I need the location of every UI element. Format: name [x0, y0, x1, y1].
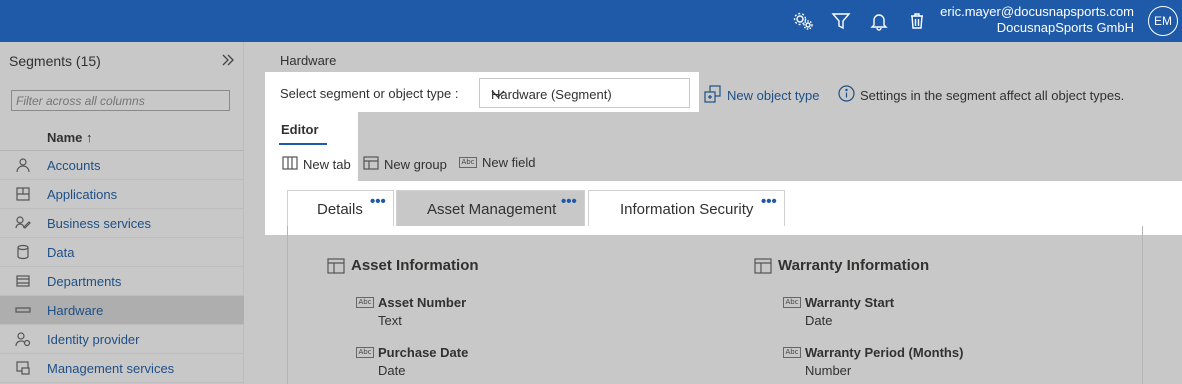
group-icon [327, 257, 345, 275]
tab-more-icon[interactable]: ••• [370, 193, 386, 210]
departments-icon [15, 273, 31, 289]
new-group-icon [363, 155, 379, 174]
field-name: Asset Number [378, 295, 467, 310]
sidebar-title: Segments (15) [9, 53, 101, 69]
name-column-header[interactable]: Name ↑ [0, 124, 244, 151]
tab-information-security[interactable]: Information Security ••• [588, 190, 785, 226]
segment-dropdown[interactable]: Hardware (Segment) [479, 78, 690, 108]
top-bar: eric.mayer@docusnapsports.com DocusnapSp… [0, 0, 1182, 42]
select-segment-label: Select segment or object type : [280, 86, 459, 101]
group-title: Warranty Information [778, 257, 930, 274]
company-name: DocusnapSports GmbH [996, 20, 1134, 35]
group-title: Asset Information [351, 257, 479, 274]
name-column-label: Name ↑ [47, 130, 93, 145]
group-warranty-information[interactable]: Warranty Information [754, 257, 1054, 277]
text-field-icon: Abc [356, 347, 374, 358]
sidebar-item-hardware[interactable]: Hardware [0, 296, 244, 325]
management-services-icon [15, 360, 31, 376]
tab-more-icon[interactable]: ••• [561, 193, 577, 210]
new-tab-icon [282, 155, 298, 174]
user-info[interactable]: eric.mayer@docusnapsports.com DocusnapSp… [940, 4, 1134, 36]
identity-provider-icon [15, 331, 31, 347]
new-field-label: New field [482, 155, 536, 170]
tab-editor[interactable]: Editor [279, 122, 327, 145]
field-warranty-period[interactable]: Abc Warranty Period (Months) Number [783, 345, 1033, 381]
sidebar-item-label: Data [47, 245, 75, 260]
field-name: Warranty Period (Months) [805, 345, 964, 360]
applications-icon [15, 186, 31, 202]
business-services-icon [15, 215, 31, 231]
sidebar-item-label: Hardware [47, 303, 104, 318]
sidebar-item-accounts[interactable]: Accounts [0, 151, 244, 180]
sidebar-item-label: Business services [47, 216, 152, 231]
sidebar-item-business-services[interactable]: Business services [0, 209, 244, 238]
sidebar-item-applications[interactable]: Applications [0, 180, 244, 209]
new-group-button[interactable]: New group [363, 155, 447, 174]
tab-details[interactable]: Details ••• [287, 190, 394, 226]
filter-icon[interactable] [829, 9, 853, 33]
tab-label: Asset Management [427, 201, 557, 218]
sidebar-item-label: Management services [47, 361, 175, 376]
new-field-icon: Abc [459, 157, 477, 168]
chevron-down-icon [491, 87, 505, 101]
info-text: Settings in the segment affect all objec… [860, 87, 1125, 103]
sidebar-item-label: Applications [47, 187, 118, 202]
new-group-label: New group [384, 157, 447, 172]
field-type: Date [378, 363, 406, 378]
breadcrumb: Hardware [280, 53, 337, 68]
sidebar: Segments (15) Name ↑ Accounts Applicatio… [0, 42, 244, 384]
text-field-icon: Abc [783, 347, 801, 358]
tab-asset-management[interactable]: Asset Management ••• [396, 190, 585, 226]
text-field-icon: Abc [356, 297, 374, 308]
field-name: Warranty Start [805, 295, 895, 310]
hardware-icon [15, 302, 31, 318]
new-tab-button[interactable]: New tab [282, 155, 351, 174]
user-email: eric.mayer@docusnapsports.com [940, 4, 1134, 19]
field-warranty-start[interactable]: Abc Warranty Start Date [783, 295, 1033, 331]
info-icon [838, 85, 855, 105]
sidebar-item-departments[interactable]: Departments [0, 267, 244, 296]
field-type: Text [378, 313, 402, 328]
bell-icon[interactable] [867, 9, 891, 33]
new-field-button[interactable]: Abc New field [459, 155, 535, 170]
info-message: Settings in the segment affect all objec… [838, 85, 1124, 105]
tab-label: Information Security [620, 201, 754, 218]
user-icon [15, 157, 31, 173]
collapse-sidebar-icon[interactable] [220, 52, 238, 70]
sidebar-filter-input[interactable] [11, 90, 230, 111]
sidebar-item-label: Departments [47, 274, 122, 289]
trash-icon[interactable] [905, 9, 929, 33]
settings-icon[interactable] [791, 9, 815, 33]
field-type: Date [805, 313, 833, 328]
tab-label: Details [317, 201, 363, 218]
group-asset-information[interactable]: Asset Information [327, 257, 627, 277]
sidebar-item-label: Accounts [47, 158, 101, 173]
field-type: Number [805, 363, 852, 378]
new-tab-label: New tab [303, 157, 351, 172]
group-icon [754, 257, 772, 275]
sidebar-item-identity-provider[interactable]: Identity provider [0, 325, 244, 354]
avatar[interactable]: EM [1148, 6, 1178, 36]
sidebar-item-data[interactable]: Data [0, 238, 244, 267]
field-asset-number[interactable]: Abc Asset Number Text [356, 295, 556, 331]
segment-dropdown-value: Hardware (Segment) [491, 87, 612, 102]
segment-list: Accounts Applications Business services … [0, 151, 244, 383]
new-object-type-label: New object type [727, 88, 820, 103]
tab-more-icon[interactable]: ••• [761, 193, 777, 210]
sidebar-item-label: Identity provider [47, 332, 140, 347]
field-name: Purchase Date [378, 345, 469, 360]
field-purchase-date[interactable]: Abc Purchase Date Date [356, 345, 556, 381]
database-icon [15, 244, 31, 260]
text-field-icon: Abc [783, 297, 801, 308]
sidebar-item-management-services[interactable]: Management services [0, 354, 244, 383]
new-object-type-button[interactable]: New object type [704, 85, 820, 106]
new-object-type-icon [704, 85, 722, 106]
